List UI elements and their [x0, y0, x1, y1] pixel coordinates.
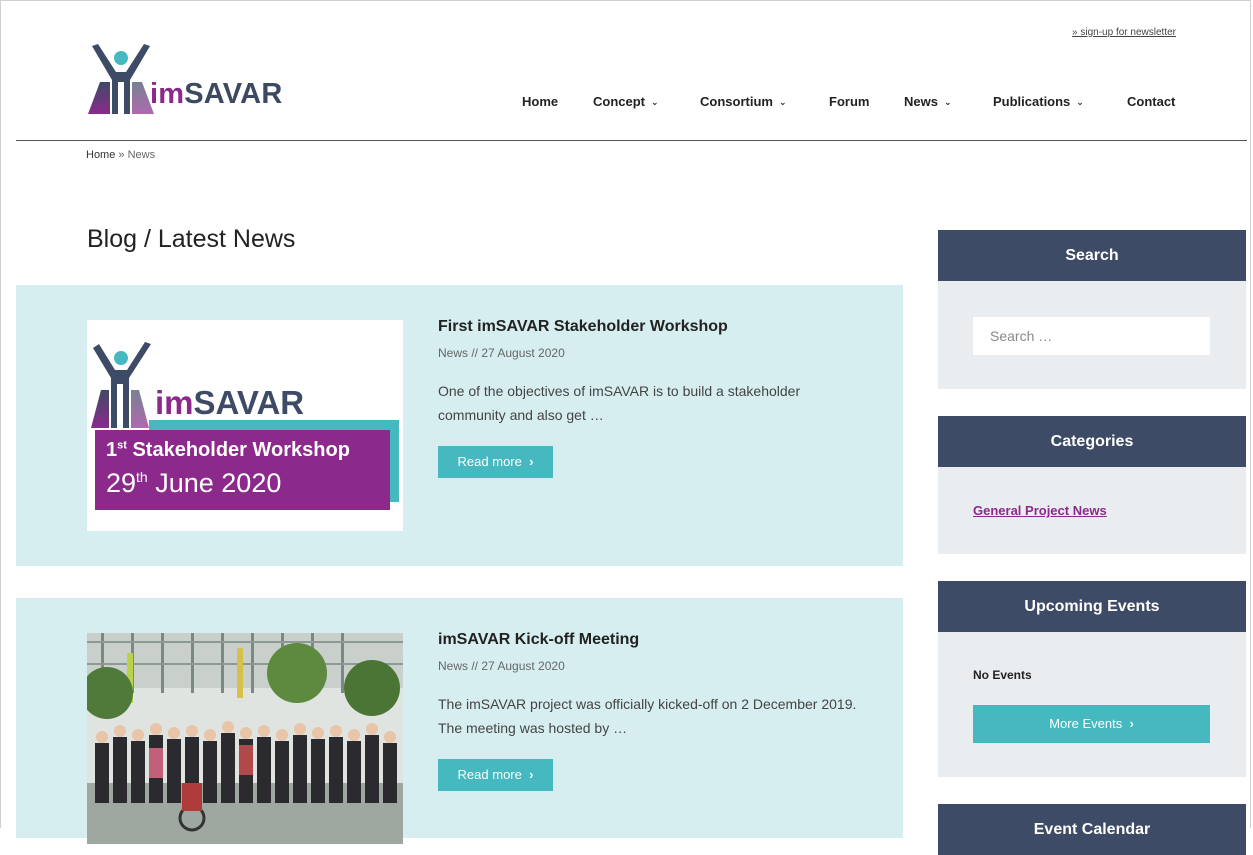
- categories-widget: Categories General Project News: [938, 416, 1246, 554]
- search-input[interactable]: Search …: [973, 317, 1210, 355]
- widget-title: Categories: [938, 416, 1246, 467]
- nav-item-consortium[interactable]: Consortium ⌄: [700, 94, 787, 109]
- nav-item-publications[interactable]: Publications ⌄: [993, 94, 1084, 109]
- upcoming-events-widget: Upcoming Events No Events More Events ›: [938, 581, 1246, 777]
- post-thumbnail[interactable]: [87, 633, 403, 844]
- nav-item-forum[interactable]: Forum: [829, 94, 869, 109]
- post-thumbnail[interactable]: imSAVAR 1st Stakeholder Workshop 29th Ju…: [87, 320, 403, 531]
- chevron-down-icon: ⌄: [778, 97, 787, 107]
- chevron-right-icon: ›: [1129, 716, 1134, 731]
- breadcrumb-separator: »: [115, 149, 128, 161]
- widget-title: Event Calendar: [938, 804, 1246, 855]
- page-title: Blog / Latest News: [87, 225, 296, 253]
- read-more-button[interactable]: Read more ›: [438, 446, 553, 478]
- thumbnail-line-2: 29th June 2020: [106, 468, 282, 498]
- main-nav: Home Concept ⌄ Consortium ⌄ Forum News ⌄ Pu…: [0, 94, 1253, 114]
- post-title[interactable]: imSAVAR Kick-off Meeting: [438, 631, 639, 649]
- chevron-right-icon: ›: [529, 454, 534, 469]
- category-link-general-project-news[interactable]: General Project News: [973, 503, 1107, 518]
- breadcrumb-home-link[interactable]: Home: [86, 149, 115, 161]
- widget-title: Search: [938, 230, 1246, 281]
- post-excerpt: The imSAVAR project was officially kicke…: [438, 696, 857, 736]
- more-events-button[interactable]: More Events ›: [973, 705, 1210, 743]
- widget-title: Upcoming Events: [938, 581, 1246, 632]
- read-more-button[interactable]: Read more ›: [438, 759, 553, 791]
- thumbnail-line-1: 1st Stakeholder Workshop: [106, 439, 350, 461]
- newsletter-signup-link[interactable]: » sign-up for newsletter: [1072, 27, 1176, 38]
- breadcrumb-current: News: [127, 149, 156, 161]
- nav-item-home[interactable]: Home: [522, 94, 558, 109]
- nav-item-news[interactable]: News ⌄: [904, 94, 952, 109]
- search-widget: Search Search …: [938, 230, 1246, 389]
- nav-item-contact[interactable]: Contact: [1127, 94, 1175, 109]
- thumbnail-logo-wordmark: imSAVAR: [155, 384, 305, 421]
- no-events-text: No Events: [973, 668, 1032, 682]
- post-meta: News // 27 August 2020: [438, 659, 565, 673]
- post-excerpt: One of the objectives of imSAVAR is to b…: [438, 383, 801, 423]
- chevron-down-icon: ⌄: [1076, 97, 1084, 107]
- chevron-right-icon: ›: [529, 767, 534, 782]
- workshop-banner-graphic: [91, 342, 399, 510]
- chevron-down-icon: ⌄: [943, 97, 952, 107]
- post-meta: News // 27 August 2020: [438, 346, 565, 360]
- nav-item-concept[interactable]: Concept ⌄: [593, 94, 659, 109]
- group-photo-image: [87, 633, 403, 844]
- chevron-down-icon: ⌄: [651, 97, 659, 107]
- breadcrumb: Home » News: [86, 149, 155, 161]
- header-divider: [16, 140, 1247, 141]
- post-card: imSAVAR Kick-off Meeting News // 27 Augu…: [16, 598, 903, 844]
- post-card: imSAVAR 1st Stakeholder Workshop 29th Ju…: [16, 285, 903, 566]
- event-calendar-widget: Event Calendar: [938, 804, 1246, 855]
- post-title[interactable]: First imSAVAR Stakeholder Workshop: [438, 318, 728, 336]
